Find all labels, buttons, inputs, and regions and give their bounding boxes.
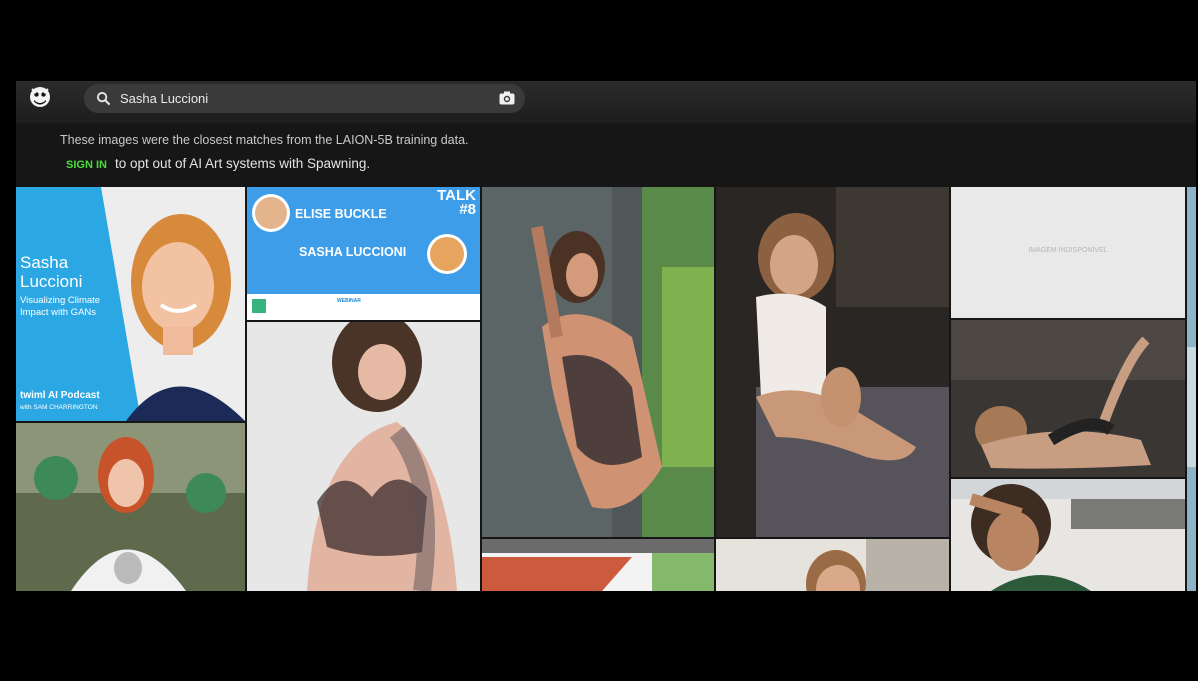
photo-thumbnail (482, 539, 714, 591)
result-image-unavailable[interactable]: IMAGEM INDISPONÍVEL (951, 187, 1185, 318)
result-image[interactable] (247, 322, 480, 591)
image-unavailable-placeholder: IMAGEM INDISPONÍVEL (951, 187, 1185, 318)
result-image[interactable] (482, 187, 714, 537)
podcast-brand: twiml AI Podcast (20, 390, 100, 401)
camera-icon[interactable] (499, 91, 515, 105)
results-grid: Sasha Luccioni Visualizing Climate Impac… (16, 187, 1196, 591)
result-image-webinar[interactable]: TALK #8 ELISE BUCKLE SASHA LUCCIONI WEBI… (247, 187, 480, 320)
podcast-guest-name: Sasha Luccioni (20, 253, 83, 291)
photo-thumbnail (951, 320, 1185, 477)
image-unavailable-text: IMAGEM INDISPONÍVEL (1028, 247, 1108, 254)
photo-thumbnail (716, 539, 949, 591)
result-image[interactable] (951, 320, 1185, 477)
result-image[interactable] (716, 539, 949, 591)
opt-out-text: SIGN IN to opt out of AI Art systems with… (66, 156, 370, 171)
result-image-podcast[interactable]: Sasha Luccioni Visualizing Climate Impac… (16, 187, 245, 421)
result-image-edge (1187, 187, 1196, 591)
speaker-name: SASHA LUCCIONI (299, 245, 407, 259)
search-bar[interactable] (84, 84, 525, 113)
result-image[interactable] (482, 539, 714, 591)
notice-text: These images were the closest matches fr… (60, 133, 469, 147)
opt-out-message: to opt out of AI Art systems with Spawni… (114, 156, 371, 171)
spawning-face-icon[interactable] (28, 85, 52, 109)
top-bar (16, 81, 1196, 123)
result-image[interactable] (716, 187, 949, 537)
photo-thumbnail (951, 479, 1185, 591)
search-results-app: These images were the closest matches fr… (16, 81, 1196, 591)
result-image[interactable] (951, 479, 1185, 591)
training-data-notice: These images were the closest matches fr… (16, 123, 1196, 187)
search-icon[interactable] (96, 91, 111, 106)
photo-thumbnail (16, 423, 245, 591)
speaker-name: ELISE BUCKLE (295, 207, 387, 221)
search-input[interactable] (120, 88, 480, 108)
talk-number: TALK #8 (437, 187, 476, 218)
podcast-episode-title: Visualizing Climate Impact with GANs (20, 295, 101, 318)
podcast-host: with SAM CHARRINGTON (20, 404, 98, 411)
photo-thumbnail (716, 187, 949, 537)
sign-in-link[interactable]: SIGN IN (66, 159, 107, 171)
photo-thumbnail (1187, 187, 1196, 591)
photo-thumbnail (247, 322, 480, 591)
photo-thumbnail (482, 187, 714, 537)
webinar-label: WEBINAR (337, 298, 361, 304)
result-image[interactable] (16, 423, 245, 591)
